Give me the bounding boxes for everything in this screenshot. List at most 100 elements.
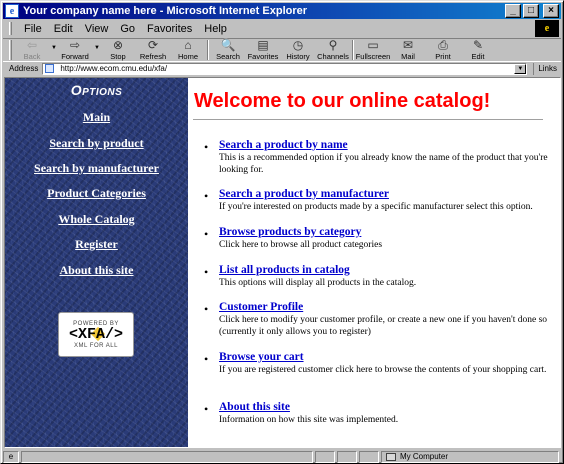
zone-label: My Computer <box>400 452 449 461</box>
mail-button[interactable]: ✉ Mail <box>392 39 424 62</box>
link-customer-profile[interactable]: Customer Profile <box>219 301 303 313</box>
forward-dropdown-arrow[interactable]: ▼ <box>94 45 100 51</box>
minimize-button[interactable]: _ <box>505 4 521 18</box>
option-description: This options will display all products i… <box>219 278 417 288</box>
bullet: • <box>204 140 209 154</box>
address-bar: Address http://www.ecom.cmu.edu/xfa/ ▼ L… <box>3 61 561 75</box>
forward-button[interactable]: ⇨ Forward <box>59 39 91 62</box>
history-icon: ◷ <box>292 38 304 52</box>
address-label: Address <box>9 64 39 73</box>
address-input[interactable]: http://www.ecom.cmu.edu/xfa/ ▼ <box>42 62 528 75</box>
menubar-grip[interactable] <box>9 22 12 35</box>
powered-by-xfa-badge[interactable]: POWERED BY <XFA/> XML FOR ALL <box>58 312 134 357</box>
search-button[interactable]: 🔍 Search <box>212 39 244 62</box>
address-url: http://www.ecom.cmu.edu/xfa/ <box>60 64 168 73</box>
close-button[interactable]: × <box>543 4 559 18</box>
edit-button[interactable]: ✎ Edit <box>462 39 494 62</box>
sidebar-link-about[interactable]: About this site <box>5 263 188 278</box>
options-sidebar: Options Main Search by product Search by… <box>5 78 188 447</box>
menu-view[interactable]: View <box>79 23 115 35</box>
sidebar-title: Options <box>70 82 123 98</box>
menu-bar: File Edit View Go Favorites Help <box>3 20 533 37</box>
badge-bottom-text: XML FOR ALL <box>74 342 118 349</box>
browser-window: e Your company name here - Microsoft Int… <box>0 0 564 464</box>
main-content: Welcome to our online catalog! • Search … <box>188 78 560 447</box>
bullet: • <box>204 227 209 241</box>
sidebar-link-search-by-manufacturer[interactable]: Search by manufacturer <box>5 161 188 176</box>
bullet: • <box>204 189 209 203</box>
forward-arrow-icon: ⇨ <box>69 38 81 52</box>
print-button[interactable]: ⎙ Print <box>427 39 459 62</box>
link-browse-cart[interactable]: Browse your cart <box>219 351 304 363</box>
home-button[interactable]: ⌂ Home <box>172 39 204 62</box>
status-panel <box>315 450 335 463</box>
maximize-button[interactable]: □ <box>523 4 539 18</box>
toolbar-separator <box>207 40 209 60</box>
channels-button[interactable]: ⚲ Channels <box>317 39 349 62</box>
title-bar[interactable]: e Your company name here - Microsoft Int… <box>3 3 561 19</box>
stop-button[interactable]: ⊗ Stop <box>102 39 134 62</box>
address-dropdown-button[interactable]: ▼ <box>514 63 527 74</box>
home-icon: ⌂ <box>184 38 192 52</box>
status-panel <box>337 450 357 463</box>
page-icon <box>45 64 55 73</box>
edit-icon: ✎ <box>472 38 484 52</box>
sidebar-link-main[interactable]: Main <box>5 110 188 125</box>
back-button[interactable]: ⇦ Back <box>16 39 48 62</box>
link-search-by-manufacturer[interactable]: Search a product by manufacturer <box>219 188 389 200</box>
link-search-by-name[interactable]: Search a product by name <box>219 139 348 151</box>
computer-icon <box>386 452 396 461</box>
menu-edit[interactable]: Edit <box>48 23 79 35</box>
option-description: This is a recommended option if you alre… <box>219 153 548 175</box>
menu-favorites[interactable]: Favorites <box>141 23 198 35</box>
option-description: Click here to browse all product categor… <box>219 240 383 250</box>
ie-icon[interactable]: e <box>5 4 19 18</box>
status-bar: e My Computer <box>3 450 561 463</box>
back-arrow-icon: ⇦ <box>26 38 38 52</box>
bullet: • <box>204 265 209 279</box>
sidebar-link-product-categories[interactable]: Product Categories <box>5 186 188 201</box>
print-icon: ⎙ <box>438 38 448 52</box>
link-about-site[interactable]: About this site <box>219 401 290 413</box>
search-icon: 🔍 <box>220 38 236 52</box>
stop-icon: ⊗ <box>112 38 124 52</box>
status-text <box>21 450 313 463</box>
fullscreen-icon: ▭ <box>367 38 379 52</box>
back-dropdown-arrow[interactable]: ▼ <box>51 45 57 51</box>
bullet: • <box>204 352 209 366</box>
favorites-icon: ▤ <box>257 38 269 52</box>
page-heading: Welcome to our online catalog! <box>194 90 491 112</box>
option-description: Information on how this site was impleme… <box>219 415 399 425</box>
page-status-icon: e <box>3 450 19 463</box>
link-list-all-products[interactable]: List all products in catalog <box>219 264 350 276</box>
refresh-icon: ⟳ <box>147 38 159 52</box>
toolbar-grip[interactable] <box>9 40 12 60</box>
badge-xfa-logo: <XFA/> <box>68 325 123 343</box>
links-button[interactable]: Links <box>533 62 561 75</box>
link-browse-by-category[interactable]: Browse products by category <box>219 226 361 238</box>
history-button[interactable]: ◷ History <box>282 39 314 62</box>
favorites-button[interactable]: ▤ Favorites <box>247 39 279 62</box>
page-viewport: Options Main Search by product Search by… <box>4 77 561 448</box>
sidebar-link-whole-catalog[interactable]: Whole Catalog <box>5 212 188 227</box>
fullscreen-button[interactable]: ▭ Fullscreen <box>356 38 391 62</box>
menu-file[interactable]: File <box>18 23 48 35</box>
toolbar-separator <box>352 40 354 60</box>
status-panel <box>359 450 379 463</box>
option-description: If you are registered customer click her… <box>219 365 547 375</box>
channels-icon: ⚲ <box>328 38 338 52</box>
sidebar-link-register[interactable]: Register <box>5 237 188 252</box>
menu-help[interactable]: Help <box>198 23 233 35</box>
ie-throbber-logo: e <box>535 20 559 37</box>
option-description: If you're interested on products made by… <box>219 202 533 212</box>
refresh-button[interactable]: ⟳ Refresh <box>137 39 169 62</box>
window-title: Your company name here - Microsoft Inter… <box>23 5 308 17</box>
heading-divider <box>193 119 543 121</box>
option-description: Click here to modify your customer profi… <box>219 315 548 337</box>
standard-toolbar: ⇦ Back ▼ ⇨ Forward ▼ ⊗ Stop ⟳ Refresh ⌂ … <box>3 38 561 62</box>
sidebar-link-search-by-product[interactable]: Search by product <box>5 136 188 151</box>
security-zone: My Computer <box>381 450 559 463</box>
menu-go[interactable]: Go <box>114 23 141 35</box>
bullet: • <box>204 402 209 416</box>
bullet: • <box>204 302 209 316</box>
